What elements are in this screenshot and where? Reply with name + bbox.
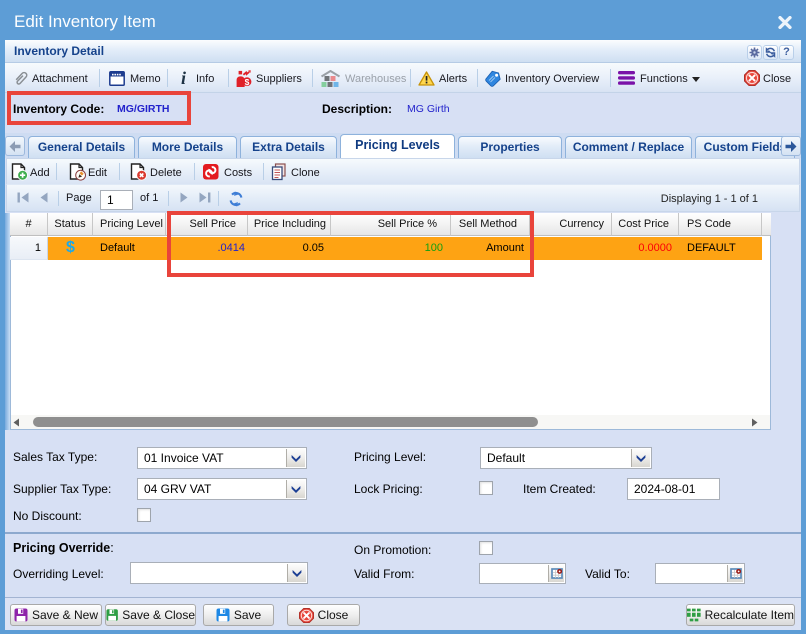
svg-text:$: $ xyxy=(245,77,250,87)
